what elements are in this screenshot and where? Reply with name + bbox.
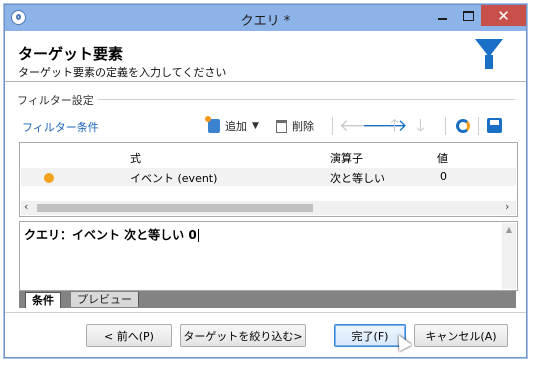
header-divider — [5, 81, 526, 82]
column-header-value[interactable]: 値 — [437, 150, 448, 166]
conditions-grid: 式 演算子 値 イベント (event) 次と等しい 0 ‹ › — [19, 142, 518, 217]
add-label: 追加 — [225, 120, 247, 133]
cell-operator[interactable]: 次と等しい — [330, 170, 385, 186]
text-cursor — [197, 229, 199, 242]
scroll-left-icon[interactable]: ‹ — [24, 200, 28, 213]
save-icon[interactable] — [487, 118, 502, 133]
close-icon: ✕ — [497, 6, 510, 25]
expression-preview-box[interactable]: クエリ：イベント 次と等しい 0 ▲ — [19, 221, 518, 291]
cell-expression[interactable]: イベント (event) — [130, 170, 217, 186]
scroll-right-icon[interactable]: › — [505, 200, 509, 213]
query-dialog: クエリ * ✕ ターゲット要素 ターゲット要素の定義を入力してください フィルタ… — [4, 4, 527, 358]
status-dot-icon — [44, 173, 54, 183]
column-header-operator[interactable]: 演算子 — [330, 150, 363, 166]
back-button[interactable]: < 前へ(P) — [86, 324, 172, 347]
tab-bar: 条件 プレビュー — [19, 291, 516, 308]
scroll-up-icon[interactable]: ▲ — [506, 225, 512, 234]
page-title: ターゲット要素 — [18, 45, 124, 63]
filter-conditions-link[interactable]: フィルター条件 — [22, 119, 99, 135]
wizard-header: ターゲット要素 ターゲット要素の定義を入力してください — [5, 31, 526, 81]
arrow-up-icon[interactable]: 🡑 — [390, 116, 399, 136]
toolbar-separator — [445, 117, 446, 135]
filter-settings-label: フィルター設定 — [17, 92, 98, 108]
tab-preview[interactable]: プレビュー — [71, 292, 139, 307]
toolbar-separator — [332, 117, 333, 135]
group-divider — [95, 99, 515, 100]
arrow-right-icon[interactable]: 🡒 — [362, 116, 408, 136]
close-button[interactable]: ✕ — [481, 5, 526, 26]
toolbar-separator — [478, 117, 479, 135]
page-subtitle: ターゲット要素の定義を入力してください — [18, 66, 227, 79]
cancel-button[interactable]: キャンセル(A) — [414, 324, 508, 347]
tab-conditions[interactable]: 条件 — [25, 292, 61, 308]
footer-divider — [5, 312, 526, 313]
expression-preview-text: クエリ：イベント 次と等しい 0 — [24, 228, 197, 242]
trash-icon — [276, 119, 287, 133]
maximize-button[interactable] — [455, 5, 481, 26]
narrow-target-button[interactable]: ターゲットを絞り込む> — [180, 324, 306, 347]
minimize-button[interactable] — [429, 5, 455, 26]
maximize-icon — [462, 10, 474, 21]
title-bar: クエリ * ✕ — [5, 5, 526, 31]
arrow-down-icon[interactable]: 🡓 — [416, 116, 425, 136]
delete-label: 削除 — [292, 120, 314, 133]
column-header-expression[interactable]: 式 — [130, 150, 141, 166]
vertical-scrollbar[interactable]: ▲ — [502, 223, 516, 289]
scrollbar-thumb[interactable] — [37, 204, 313, 212]
cell-value[interactable]: 0 — [440, 170, 447, 183]
horizontal-scrollbar[interactable]: ‹ › — [21, 200, 516, 215]
delete-button[interactable]: 削除 — [276, 116, 314, 136]
add-button[interactable]: 追加 ▼ — [205, 116, 259, 136]
funnel-icon-stem — [485, 55, 493, 69]
refresh-icon[interactable] — [456, 119, 470, 133]
chevron-down-icon[interactable]: ▼ — [252, 121, 259, 131]
minimize-icon — [437, 17, 447, 20]
add-condition-icon — [205, 116, 220, 133]
